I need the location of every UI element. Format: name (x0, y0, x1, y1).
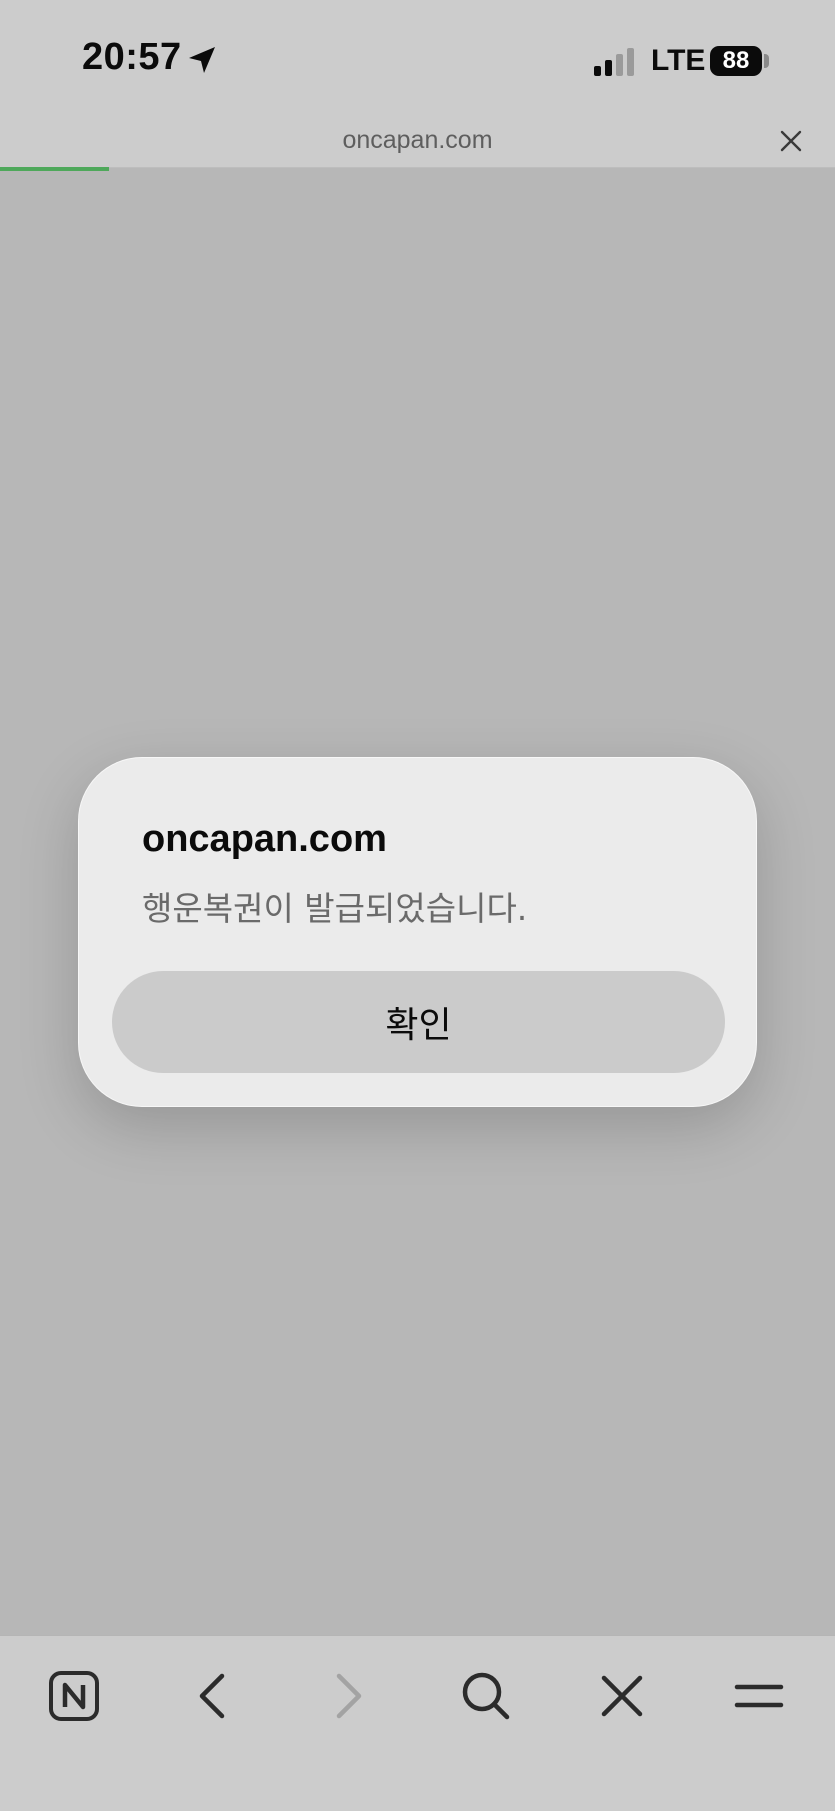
menu-icon (734, 1684, 784, 1708)
back-arrow-icon (199, 1673, 225, 1719)
close-icon[interactable] (778, 128, 804, 154)
signal-bars-icon (594, 48, 634, 76)
status-bar: 20:57 LTE 88 (0, 0, 835, 110)
forward-button[interactable] (317, 1664, 381, 1728)
status-time: 20:57 (82, 36, 182, 78)
back-button[interactable] (180, 1664, 244, 1728)
battery-tip (764, 54, 769, 68)
network-type: LTE (651, 44, 706, 77)
alert-dialog: oncapan.com 행운복권이 발급되었습니다. 확인 (78, 757, 757, 1107)
confirm-button[interactable]: 확인 (112, 971, 725, 1073)
dialog-title: oncapan.com (142, 818, 387, 860)
bottom-toolbar (0, 1635, 835, 1811)
close-icon (601, 1675, 643, 1717)
location-arrow-icon (189, 47, 215, 73)
naver-n-icon (49, 1671, 99, 1721)
page-load-progress (0, 167, 835, 171)
page-load-progress-fill (0, 167, 109, 171)
menu-button[interactable] (727, 1664, 791, 1728)
browser-screen: 20:57 LTE 88 oncapan.com oncapan.com 행운복… (0, 0, 835, 1811)
naver-home-button[interactable] (42, 1664, 106, 1728)
close-tab-button[interactable] (590, 1664, 654, 1728)
dialog-message: 행운복권이 발급되었습니다. (142, 889, 528, 928)
address-bar: oncapan.com (0, 110, 835, 168)
battery-level: 88 (722, 47, 750, 74)
search-button[interactable] (454, 1664, 518, 1728)
battery-icon: 88 (710, 46, 762, 76)
search-icon (462, 1672, 510, 1720)
url-display[interactable]: oncapan.com (0, 126, 835, 155)
forward-arrow-icon (336, 1673, 362, 1719)
